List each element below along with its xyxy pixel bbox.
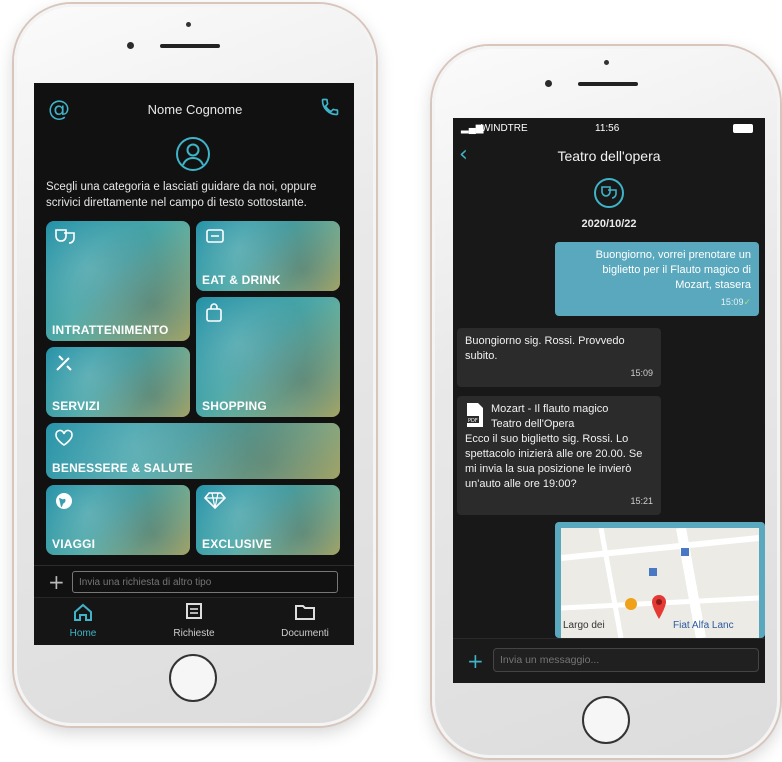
category-label: EXCLUSIVE: [202, 537, 272, 551]
attachment-subtitle: Teatro dell'Opera: [491, 418, 575, 430]
earpiece: [160, 44, 220, 48]
home-button[interactable]: [169, 654, 217, 702]
chat-header: ‹ Teatro dell'opera: [453, 140, 765, 174]
user-circle-icon[interactable]: [176, 137, 210, 171]
top-bar: @ Nome Cognome: [34, 83, 354, 135]
location-map[interactable]: Largo dei Fiat Alfa Lanc: [555, 522, 765, 638]
sensor-dot: [604, 60, 609, 65]
category-label: SERVIZI: [52, 399, 100, 413]
earpiece: [578, 82, 638, 86]
plus-icon[interactable]: +: [48, 572, 65, 592]
chat-date: 2020/10/22: [581, 218, 637, 230]
intro-text: Scegli una categoria e lasciati guidare …: [46, 181, 317, 209]
restaurant-marker-icon[interactable]: [625, 598, 637, 610]
home-screen: @ Nome Cognome Scegli una categoria e la…: [34, 83, 354, 645]
chat-screen: ▂▄▆ WINDTRE 11:56 ‹ Teatro dell'opera 20…: [453, 118, 765, 683]
at-sign-icon[interactable]: @: [48, 97, 70, 122]
attachment[interactable]: PDF Mozart - Il flauto magico Teatro del…: [465, 402, 653, 432]
category-exclusive[interactable]: EXCLUSIVE: [196, 485, 340, 555]
status-bar: ▂▄▆ WINDTRE 11:56: [453, 118, 765, 140]
location-pin-icon[interactable]: [651, 594, 667, 624]
message-incoming-attachment[interactable]: PDF Mozart - Il flauto magico Teatro del…: [457, 396, 661, 515]
tab-richieste[interactable]: Richieste: [149, 602, 239, 639]
home-button[interactable]: [582, 696, 630, 744]
request-input[interactable]: [72, 571, 338, 593]
mockup-stage: @ Nome Cognome Scegli una categoria e la…: [0, 0, 782, 762]
phone-icon[interactable]: [320, 97, 340, 121]
message-time: 15:09: [720, 297, 744, 307]
tools-icon: [54, 353, 74, 377]
chat-title: Teatro dell'opera: [557, 148, 661, 164]
attachment-title: Mozart - Il flauto magico: [491, 403, 609, 415]
message-outgoing[interactable]: Buongiorno, vorrei prenotare un bigliett…: [555, 242, 759, 316]
category-benessere-salute[interactable]: BENESSERE & SALUTE: [46, 423, 340, 479]
plus-icon[interactable]: +: [467, 651, 484, 671]
tab-label: Home: [69, 628, 97, 639]
tab-label: Richieste: [173, 628, 215, 639]
message-time: 15:21: [630, 496, 653, 506]
category-shopping[interactable]: SHOPPING: [196, 297, 340, 417]
message-text: Buongiorno, vorrei prenotare un bigliett…: [595, 249, 751, 291]
category-servizi[interactable]: SERVIZI: [46, 347, 190, 417]
category-intrattenimento[interactable]: INTRATTENIMENTO: [46, 221, 190, 341]
category-viaggi[interactable]: VIAGGI: [46, 485, 190, 555]
map-label: Fiat Alfa Lanc: [673, 620, 734, 631]
theater-masks-icon: [54, 227, 76, 249]
list-icon: [186, 603, 202, 619]
message-composer: +: [453, 638, 765, 683]
carrier: WINDTRE: [481, 123, 528, 134]
category-label: SHOPPING: [202, 399, 267, 413]
sensor-dot: [186, 22, 191, 27]
message-incoming[interactable]: Buongiorno sig. Rossi. Provvedo subito. …: [457, 328, 661, 387]
tab-bar: Home Richieste Documenti: [34, 597, 354, 645]
category-label: EAT & DRINK: [202, 273, 281, 287]
map-label: Largo dei: [563, 620, 605, 631]
clock: 11:56: [595, 123, 620, 134]
message-time: 15:09: [630, 368, 653, 378]
pdf-file-icon: PDF: [467, 403, 483, 427]
double-check-icon: ✓: [743, 297, 751, 307]
message-text: Buongiorno sig. Rossi. Provvedo subito.: [465, 335, 625, 362]
tab-home[interactable]: Home: [38, 602, 128, 639]
theater-masks-icon: [594, 178, 624, 208]
diamond-icon: [203, 491, 227, 513]
message-input[interactable]: [493, 648, 759, 672]
heart-icon: [54, 429, 74, 451]
folder-icon: [295, 605, 315, 620]
map-view[interactable]: Largo dei Fiat Alfa Lanc: [561, 528, 759, 638]
request-row: +: [34, 565, 354, 597]
category-label: VIAGGI: [52, 537, 96, 551]
home-icon: [74, 603, 92, 621]
tab-label: Documenti: [281, 628, 329, 639]
message-text: Ecco il suo biglietto sig. Rossi. Lo spe…: [465, 433, 643, 490]
category-label: BENESSERE & SALUTE: [52, 461, 193, 475]
category-label: INTRATTENIMENTO: [52, 323, 169, 337]
menu-card-icon: [204, 227, 226, 249]
globe-icon: [54, 491, 74, 515]
user-name: Nome Cognome: [147, 101, 243, 117]
front-camera: [127, 42, 134, 49]
shopping-bag-icon: [204, 303, 224, 327]
battery-icon: [733, 124, 753, 133]
front-camera: [545, 80, 552, 87]
tab-documenti[interactable]: Documenti: [260, 602, 350, 639]
svg-text:PDF: PDF: [468, 418, 478, 424]
category-eat-drink[interactable]: EAT & DRINK: [196, 221, 340, 291]
